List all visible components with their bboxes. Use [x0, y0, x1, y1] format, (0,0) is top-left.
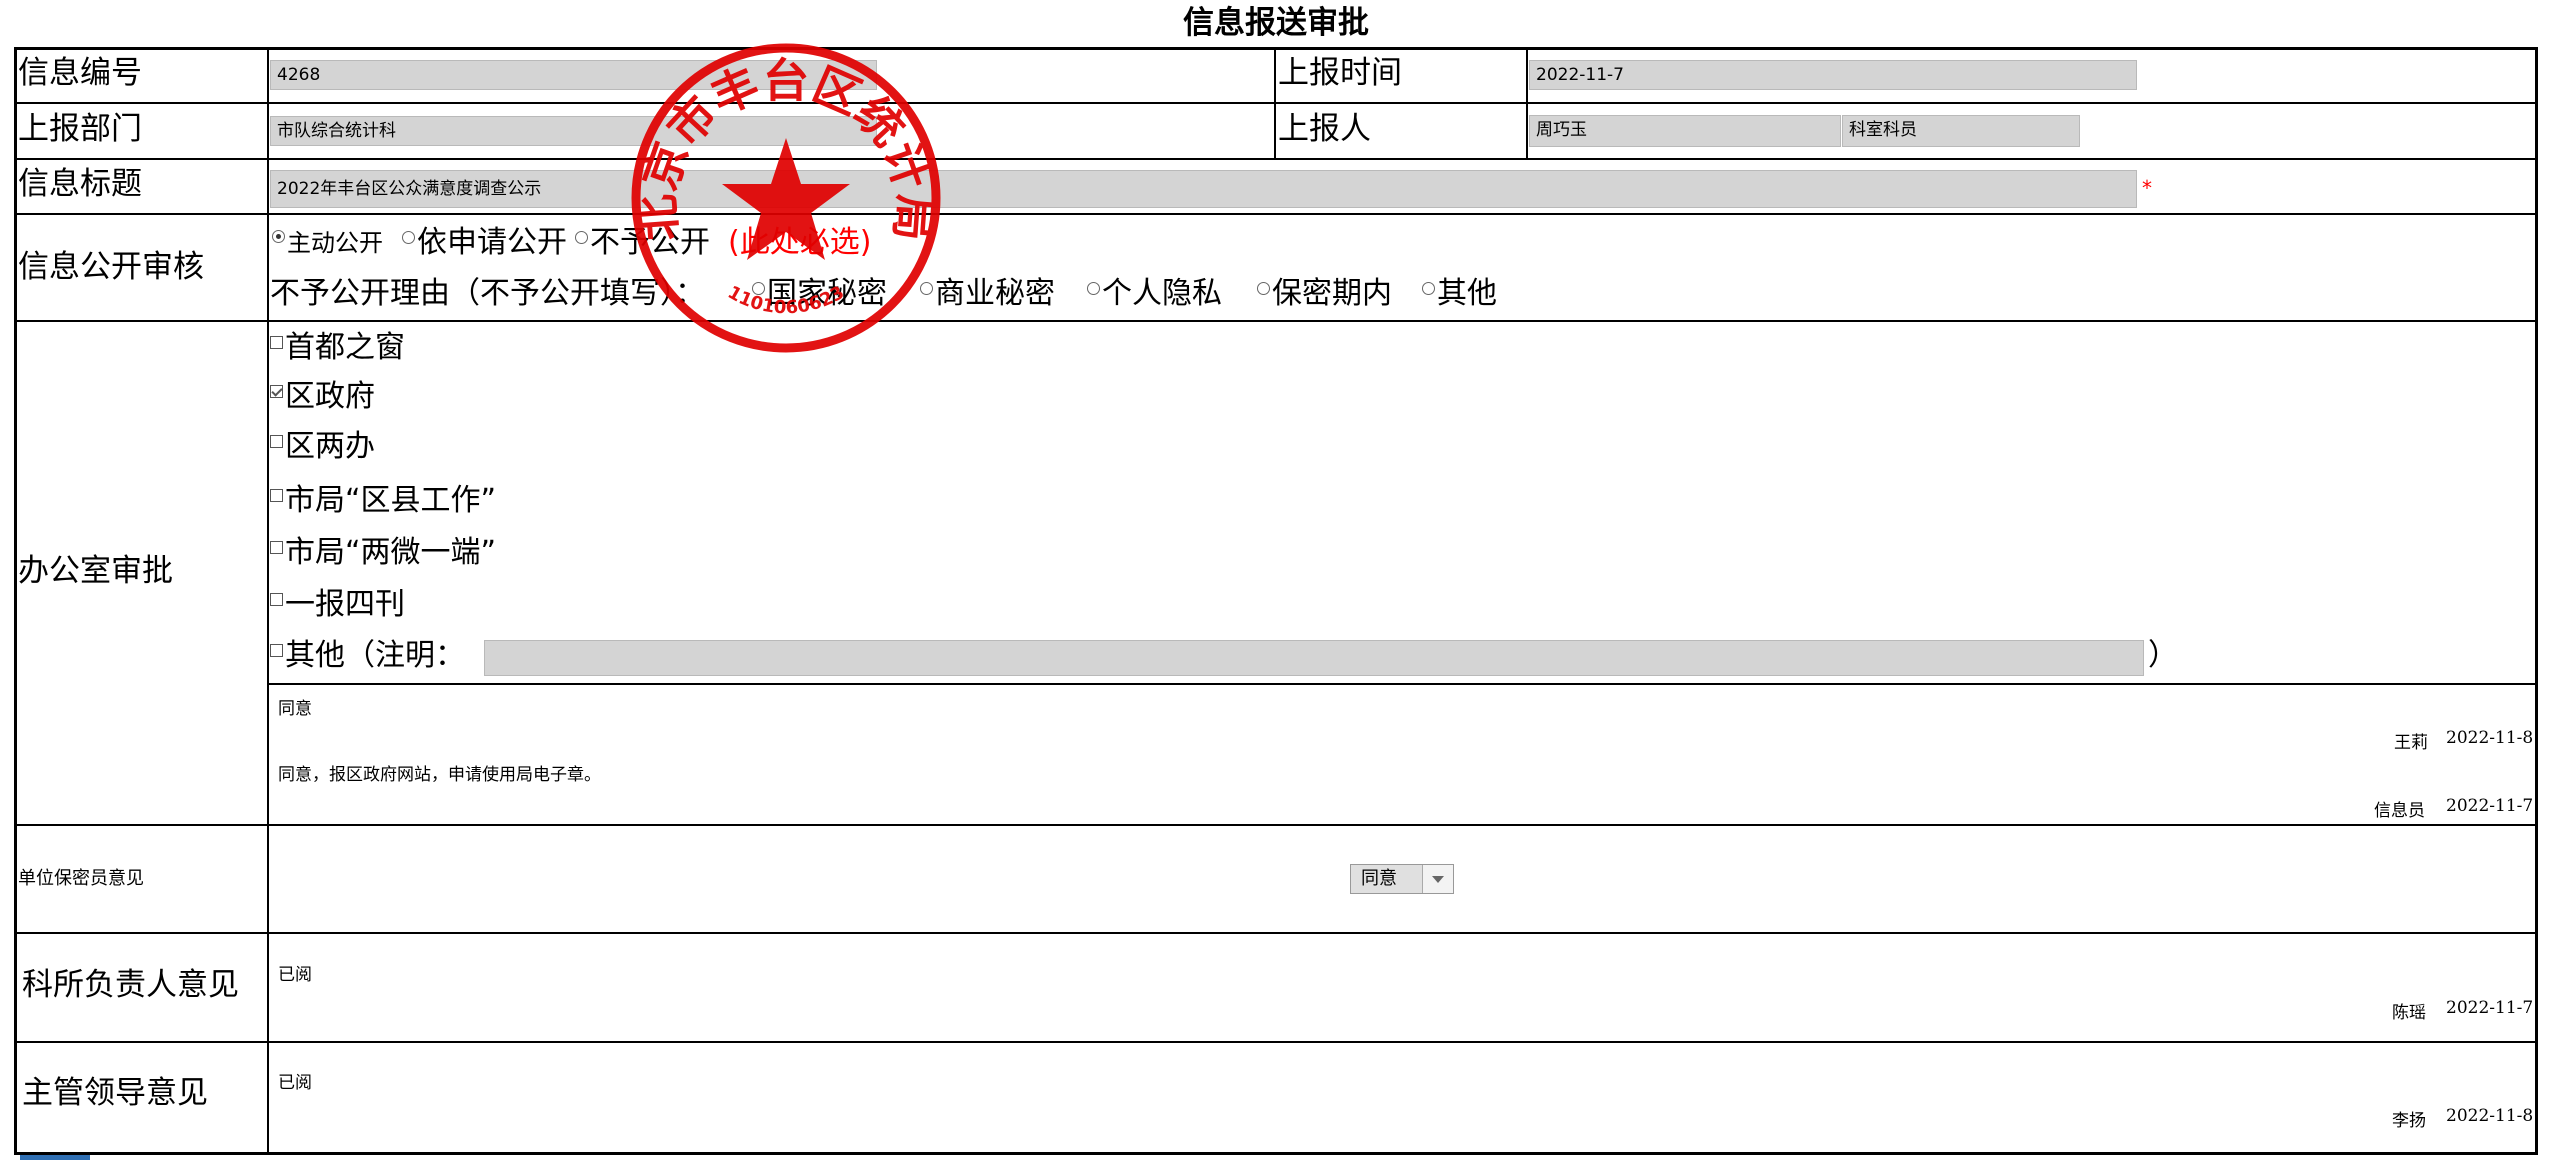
- row-divider: [14, 1041, 2538, 1043]
- channel-checkbox-city-district-work[interactable]: 市局“区县工作”: [270, 486, 496, 516]
- security-opinion-select[interactable]: 同意: [1350, 864, 1454, 894]
- reporter-label: 上报人: [1278, 111, 1371, 147]
- office-approval-label: 办公室审批: [18, 553, 173, 589]
- row-divider: [14, 213, 2538, 215]
- channel-checkbox-district-offices[interactable]: 区两办: [270, 432, 375, 462]
- reason-option-other[interactable]: 其他: [1422, 279, 1497, 309]
- page-title: 信息报送审批: [1183, 5, 1369, 41]
- disclosure-option-active[interactable]: 主动公开: [272, 230, 383, 255]
- report-time-label: 上报时间: [1278, 55, 1402, 91]
- checkbox-icon: [270, 541, 283, 554]
- info-number-label: 信息编号: [18, 55, 142, 91]
- checkbox-icon: [270, 593, 283, 606]
- row-divider: [14, 320, 2538, 322]
- section-head-date: 2022-11-7: [2446, 998, 2534, 1018]
- leader-comment: 已阅: [278, 1073, 312, 1093]
- disclosure-option-request[interactable]: 依申请公开: [402, 228, 567, 258]
- leader-label: 主管领导意见: [22, 1075, 208, 1111]
- other-note-input[interactable]: [484, 640, 2144, 676]
- channel-checkbox-reports[interactable]: 一报四刊: [270, 590, 405, 620]
- checkbox-checked-icon: [270, 385, 283, 398]
- office-comment-2: 同意，报区政府网站，申请使用局电子章。: [278, 765, 601, 785]
- security-officer-label: 单位保密员意见: [18, 868, 144, 889]
- checkbox-icon: [270, 644, 283, 657]
- office-comment-2-date: 2022-11-7: [2446, 796, 2534, 816]
- svg-text:1101060623: 1101060623: [724, 282, 848, 318]
- radio-icon: [1087, 282, 1100, 295]
- section-head-comment: 已阅: [278, 965, 312, 985]
- row-divider: [14, 932, 2538, 934]
- radio-icon: [1257, 282, 1270, 295]
- row-divider: [14, 824, 2538, 826]
- leader-date: 2022-11-8: [2446, 1106, 2534, 1126]
- col-divider: [267, 47, 269, 1155]
- checkbox-icon: [270, 435, 283, 448]
- other-close-paren: ）: [2148, 638, 2178, 673]
- radio-icon: [402, 231, 415, 244]
- row-divider: [14, 102, 2538, 104]
- bottom-action-button[interactable]: [20, 1155, 90, 1160]
- office-comment-1: 同意: [278, 699, 312, 719]
- channel-checkbox-district-gov[interactable]: 区政府: [270, 382, 375, 412]
- required-mark: *: [2142, 176, 2152, 200]
- disclosure-label: 信息公开审核: [18, 249, 204, 285]
- row-divider: [14, 158, 2538, 160]
- channel-checkbox-other[interactable]: 其他（注明：: [270, 641, 465, 671]
- leader-signer: 李扬: [2392, 1111, 2426, 1131]
- reason-option-privacy[interactable]: 个人隐私: [1087, 279, 1222, 309]
- checkbox-icon: [270, 336, 283, 349]
- section-head-label: 科所负责人意见: [22, 967, 239, 1003]
- channel-checkbox-city-media[interactable]: 市局“两微一端”: [270, 538, 496, 568]
- info-title-label: 信息标题: [18, 166, 142, 202]
- row-divider: [268, 683, 2538, 685]
- radio-icon: [1422, 282, 1435, 295]
- section-head-signer: 陈瑶: [2392, 1003, 2426, 1023]
- office-comment-1-date: 2022-11-8: [2446, 728, 2534, 748]
- official-seal-icon: 北京市丰台区统计局 1101060623: [630, 43, 942, 353]
- radio-icon: [272, 230, 285, 243]
- reporter-name-field[interactable]: 周巧玉: [1529, 115, 1841, 147]
- chevron-down-icon[interactable]: [1422, 865, 1453, 893]
- checkbox-icon: [270, 489, 283, 502]
- reason-option-classified-period[interactable]: 保密期内: [1257, 279, 1392, 309]
- report-time-field[interactable]: 2022-11-7: [1529, 60, 2137, 90]
- col-divider: [1526, 47, 1528, 158]
- info-title-field[interactable]: 2022年丰台区公众满意度调查公示: [270, 170, 2137, 208]
- office-comment-2-signer: 信息员: [2374, 801, 2425, 821]
- radio-icon: [575, 231, 588, 244]
- report-dept-label: 上报部门: [18, 111, 142, 147]
- channel-checkbox-capital-window[interactable]: 首都之窗: [270, 333, 405, 363]
- office-comment-1-signer: 王莉: [2394, 733, 2428, 753]
- reporter-position-field[interactable]: 科室科员: [1842, 115, 2080, 147]
- col-divider: [1274, 47, 1276, 158]
